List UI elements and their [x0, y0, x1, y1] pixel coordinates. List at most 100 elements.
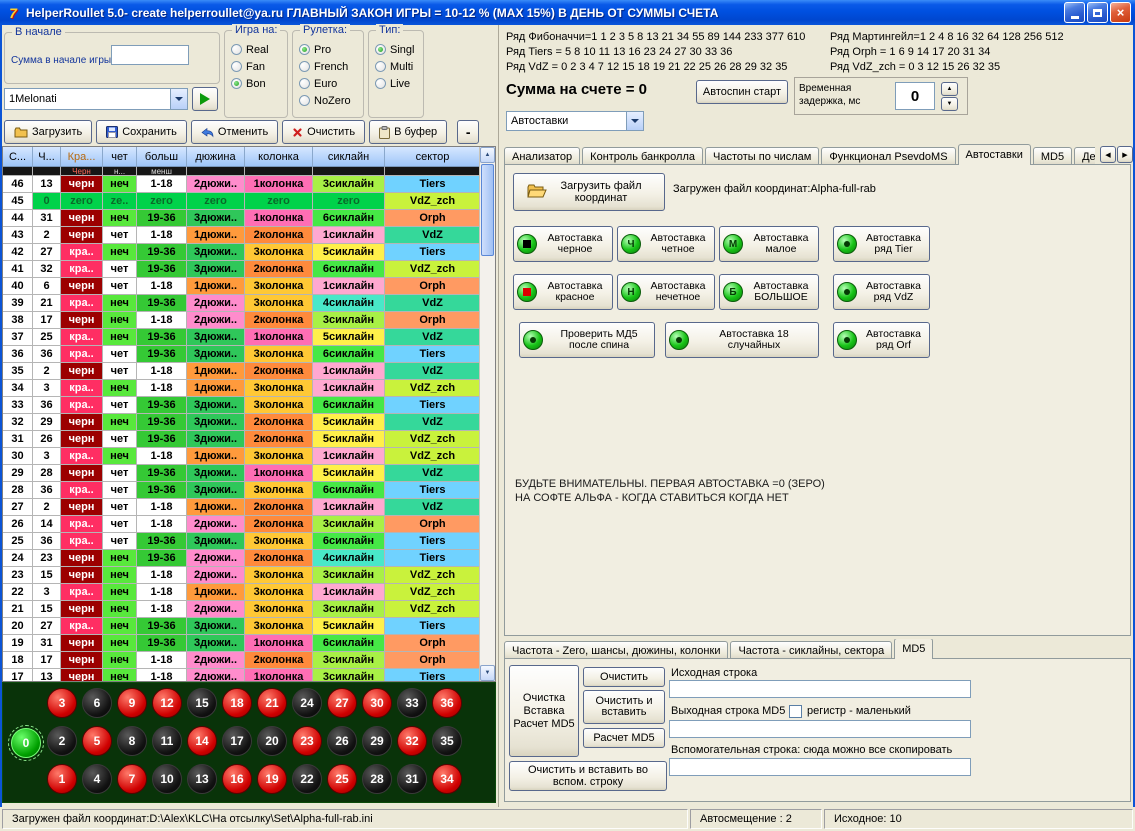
close-button[interactable]: × [1110, 2, 1131, 23]
bet-button-автоставка-нечетное[interactable]: НАвтоставка нечетное [617, 274, 715, 310]
bet-button-автоставка-ряд-vdz[interactable]: Автоставка ряд VdZ [833, 274, 930, 310]
table-row[interactable]: 2027кра..неч19-363дюжи..3колонка5сиклайн… [3, 618, 495, 635]
bet-button-автоставка-ряд-orf[interactable]: Автоставка ряд Orf [833, 322, 930, 358]
radio-game-real[interactable]: Real [225, 41, 287, 58]
board-number-23[interactable]: 23 [292, 726, 322, 756]
board-number-29[interactable]: 29 [362, 726, 392, 756]
table-row[interactable]: 303кра..неч1-181дюжи..3колонка1сиклайнVd… [3, 448, 495, 465]
board-zero[interactable]: 0 [11, 728, 41, 758]
table-row[interactable]: 2423черннеч19-362дюжи..2колонка4сиклайнT… [3, 550, 495, 567]
radio-game-bon[interactable]: Bon [225, 75, 287, 92]
source-string-input[interactable] [669, 680, 971, 698]
board-number-22[interactable]: 22 [292, 764, 322, 794]
board-number-1[interactable]: 1 [47, 764, 77, 794]
md5-combo-action-button[interactable]: Очистка Вставка Расчет MD5 [509, 665, 579, 757]
board-number-30[interactable]: 30 [362, 688, 392, 718]
tab-функционал-psevdoms[interactable]: Функционал PsevdoMS [821, 147, 955, 165]
table-row[interactable]: 352чернчет1-181дюжи..2колонка1сиклайнVdZ [3, 363, 495, 380]
bet-button-автоставка-18-случайных[interactable]: Автоставка 18 случайных [665, 322, 819, 358]
lowercase-checkbox[interactable] [789, 705, 802, 718]
board-number-10[interactable]: 10 [152, 764, 182, 794]
board-number-21[interactable]: 21 [257, 688, 287, 718]
table-scrollbar[interactable]: ▲ ▼ [479, 147, 495, 681]
delay-spinner-down[interactable]: ▼ [941, 97, 958, 111]
radio-roulette-french[interactable]: French [293, 58, 363, 75]
maximize-button[interactable] [1087, 2, 1108, 23]
radio-roulette-euro[interactable]: Euro [293, 75, 363, 92]
scrollbar-up-arrow[interactable]: ▲ [480, 147, 495, 163]
tab-md5[interactable]: MD5 [1033, 147, 1072, 165]
tab-анализатор[interactable]: Анализатор [504, 147, 580, 165]
minimize-button[interactable] [1064, 2, 1085, 23]
bottom-tab-md5[interactable]: MD5 [894, 639, 933, 659]
combobox-dropdown-button[interactable] [170, 89, 187, 109]
board-number-35[interactable]: 35 [432, 726, 462, 756]
board-number-20[interactable]: 20 [257, 726, 287, 756]
table-row[interactable]: 3725кра..неч19-363дюжи..1колонка5сиклайн… [3, 329, 495, 346]
table-row[interactable]: 406чернчет1-181дюжи..3колонка1сиклайнOrp… [3, 278, 495, 295]
autospin-start-button[interactable]: Автоспин старт [696, 80, 788, 104]
board-number-14[interactable]: 14 [187, 726, 217, 756]
helper-string-input[interactable] [669, 758, 971, 776]
save-button[interactable]: Сохранить [96, 120, 187, 144]
board-number-15[interactable]: 15 [187, 688, 217, 718]
start-sum-input[interactable] [111, 45, 189, 65]
board-number-19[interactable]: 19 [257, 764, 287, 794]
board-number-17[interactable]: 17 [222, 726, 252, 756]
board-number-33[interactable]: 33 [397, 688, 427, 718]
tab-scroll-left-button[interactable]: ◀ [1100, 146, 1116, 163]
bet-button-автоставка-черное[interactable]: Автоставка черное [513, 226, 613, 262]
tab-делени[interactable]: Делени [1074, 147, 1095, 165]
board-number-32[interactable]: 32 [397, 726, 427, 756]
bottom-tab-частота-сиклайны-сектора[interactable]: Частота - сиклайны, сектора [730, 641, 892, 659]
board-number-5[interactable]: 5 [82, 726, 112, 756]
radio-roulette-nozero[interactable]: NoZero [293, 92, 363, 109]
md5-clear-paste-button[interactable]: Очистить и вставить [583, 690, 665, 724]
autobets-combobox[interactable]: Автоставки [506, 111, 644, 131]
board-number-36[interactable]: 36 [432, 688, 462, 718]
delay-spinner-value[interactable]: 0 [895, 82, 935, 110]
table-row[interactable]: 4431черннеч19-363дюжи..1колонка6сиклайнO… [3, 210, 495, 227]
collapse-button[interactable]: - [457, 120, 479, 144]
table-row[interactable]: 1931черннеч19-363дюжи..1колонка6сиклайнO… [3, 635, 495, 652]
output-string-input[interactable] [669, 720, 971, 738]
tab-частоты-по-числам[interactable]: Частоты по числам [705, 147, 819, 165]
table-row[interactable]: 272чернчет1-181дюжи..2колонка1сиклайнVdZ [3, 499, 495, 516]
tab-автоставки[interactable]: Автоставки [958, 144, 1031, 165]
board-number-3[interactable]: 3 [47, 688, 77, 718]
buffer-button[interactable]: В буфер [369, 120, 447, 144]
table-row[interactable]: 3817черннеч1-182дюжи..2колонка3сиклайнOr… [3, 312, 495, 329]
board-number-4[interactable]: 4 [82, 764, 112, 794]
bet-button-автоставка-большое[interactable]: БАвтоставка БОЛЬШОЕ [719, 274, 819, 310]
bet-button-автоставка-четное[interactable]: ЧАвтоставка четное [617, 226, 715, 262]
delay-spinner-up[interactable]: ▲ [941, 82, 958, 96]
table-row[interactable]: 2536кра..чет19-363дюжи..3колонка6сиклайн… [3, 533, 495, 550]
table-row[interactable]: 1713черннеч1-182дюжи..1колонка3сиклайнTi… [3, 669, 495, 682]
table-row[interactable]: 4613черннеч1-182дюжи..1колонка3сиклайнTi… [3, 176, 495, 193]
md5-calc-button[interactable]: Расчет MD5 [583, 728, 665, 748]
undo-button[interactable]: Отменить [191, 120, 278, 144]
load-button[interactable]: Загрузить [4, 120, 92, 144]
board-number-31[interactable]: 31 [397, 764, 427, 794]
profile-combobox[interactable]: 1Melonati [4, 88, 188, 110]
table-row[interactable]: 343кра..неч1-181дюжи..3колонка1сиклайнVd… [3, 380, 495, 397]
board-number-28[interactable]: 28 [362, 764, 392, 794]
board-number-7[interactable]: 7 [117, 764, 147, 794]
table-row[interactable]: 223кра..неч1-181дюжи..3колонка1сиклайнVd… [3, 584, 495, 601]
board-number-16[interactable]: 16 [222, 764, 252, 794]
combobox-dropdown-button[interactable] [626, 112, 643, 130]
radio-roulette-pro[interactable]: Pro [293, 41, 363, 58]
radio-game-fan[interactable]: Fan [225, 58, 287, 75]
table-row[interactable]: 1817черннеч1-182дюжи..2колонка3сиклайнOr… [3, 652, 495, 669]
board-number-34[interactable]: 34 [432, 764, 462, 794]
scrollbar-down-arrow[interactable]: ▼ [480, 665, 495, 681]
table-row[interactable]: 2836кра..чет19-363дюжи..3колонка6сиклайн… [3, 482, 495, 499]
table-row[interactable]: 4132кра..чет19-363дюжи..2колонка6сиклайн… [3, 261, 495, 278]
tab-контроль-банкролла[interactable]: Контроль банкролла [582, 147, 703, 165]
board-number-6[interactable]: 6 [82, 688, 112, 718]
board-number-8[interactable]: 8 [117, 726, 147, 756]
table-row[interactable]: 3921кра..неч19-362дюжи..3колонка4сиклайн… [3, 295, 495, 312]
table-row[interactable]: 450zeroze..zerozerozerozeroVdZ_zch [3, 193, 495, 210]
table-row[interactable]: 3126чернчет19-363дюжи..2колонка5сиклайнV… [3, 431, 495, 448]
play-button[interactable] [192, 87, 218, 111]
